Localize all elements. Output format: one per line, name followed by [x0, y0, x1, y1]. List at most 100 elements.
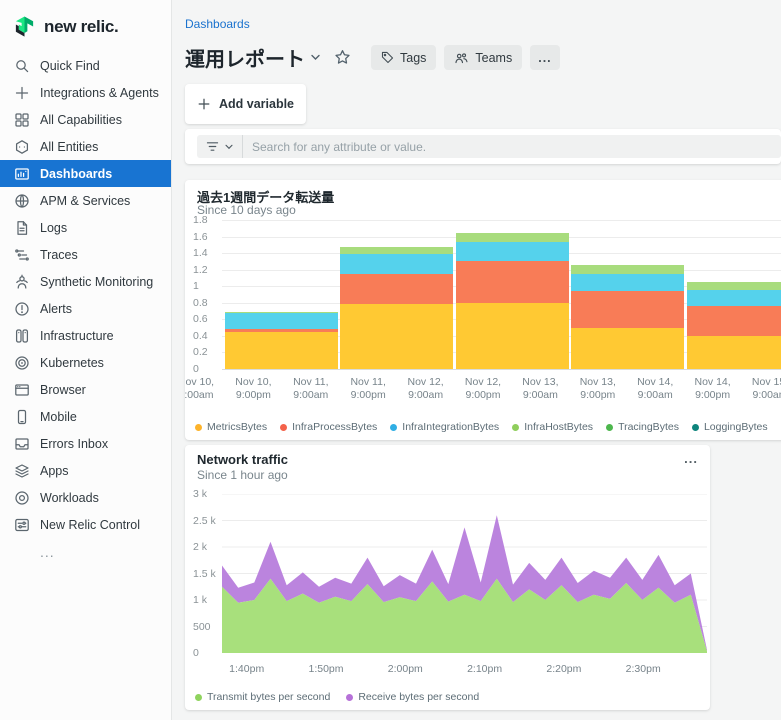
bar-segment-InfraHostBytes[interactable] — [687, 282, 781, 290]
sidebar-item-all-entities[interactable]: All Entities — [0, 133, 171, 160]
x-axis-label: Nov 15,9:00am — [740, 376, 781, 402]
sidebar-item-label: Workloads — [40, 491, 99, 505]
bar-segment-MetricsBytes[interactable] — [456, 303, 569, 369]
sidebar-item-label: Apps — [40, 464, 69, 478]
x-axis-label: Nov 11,9:00pm — [338, 376, 398, 402]
legend-item[interactable]: InfraIntegrationBytes — [390, 421, 499, 433]
sidebar-item-label: Integrations & Agents — [40, 86, 159, 100]
y-axis-label: 0.4 — [193, 330, 219, 342]
y-axis-label: 1.2 — [193, 264, 219, 276]
filter-icon — [206, 141, 219, 152]
bar-segment-InfraProcessBytes[interactable] — [456, 261, 569, 302]
workloads-icon — [14, 490, 30, 506]
bar-segment-InfraProcessBytes[interactable] — [225, 329, 338, 332]
bar-segment-InfraProcessBytes[interactable] — [571, 291, 684, 327]
sidebar-item-dashboards[interactable]: Dashboards — [0, 160, 171, 187]
sidebar-item-workloads[interactable]: Workloads — [0, 484, 171, 511]
bar-segment-InfraHostBytes[interactable] — [340, 247, 453, 254]
sidebar-item-label: Mobile — [40, 410, 77, 424]
search-icon — [14, 58, 30, 74]
sidebar-item-integrations-agents[interactable]: Integrations & Agents — [0, 79, 171, 106]
legend-item[interactable]: Transmit bytes per second — [195, 691, 330, 703]
sidebar-item-new-relic-control[interactable]: New Relic Control — [0, 511, 171, 538]
sidebar-item-more[interactable]: ... — [0, 538, 171, 565]
sidebar-item-all-capabilities[interactable]: All Capabilities — [0, 106, 171, 133]
sidebar-item-label: Quick Find — [40, 59, 100, 73]
breadcrumb[interactable]: Dashboards — [185, 17, 250, 31]
x-axis-label: 1:40pm — [217, 663, 277, 675]
chart-more-button[interactable]: ... — [684, 451, 698, 466]
bar-segment-InfraIntegrationBytes[interactable] — [340, 254, 453, 274]
filter-menu[interactable] — [197, 141, 242, 152]
bar-segment-MetricsBytes[interactable] — [340, 304, 453, 369]
sidebar-item-apm-services[interactable]: APM & Services — [0, 187, 171, 214]
tag-icon — [381, 51, 394, 64]
x-axis-label: 2:10pm — [455, 663, 515, 675]
legend-item[interactable]: InfraProcessBytes — [280, 421, 377, 433]
legend-dot — [195, 694, 202, 701]
search-bar: Search for any attribute or value. — [185, 129, 781, 164]
chevron-down-icon[interactable] — [311, 54, 320, 61]
sidebar-item-traces[interactable]: Traces — [0, 241, 171, 268]
sidebar-item-label: ... — [40, 544, 55, 560]
add-variable-button[interactable]: Add variable — [185, 84, 306, 124]
bar-segment-InfraHostBytes[interactable] — [456, 233, 569, 242]
x-axis-label: Nov 14,9:00pm — [683, 376, 743, 402]
browser-window-icon — [14, 382, 30, 398]
sidebar-item-apps[interactable]: Apps — [0, 457, 171, 484]
sidebar-item-label: Logs — [40, 221, 67, 235]
legend-item[interactable]: TracingBytes — [606, 421, 679, 433]
search-input[interactable]: Search for any attribute or value. — [197, 135, 781, 158]
brand-logo[interactable]: new relic. — [0, 0, 171, 40]
sidebar-item-kubernetes[interactable]: Kubernetes — [0, 349, 171, 376]
x-axis-label: Nov 13,9:00pm — [568, 376, 628, 402]
bar-segment-MetricsBytes[interactable] — [225, 332, 338, 369]
sidebar-item-label: Dashboards — [40, 167, 112, 181]
legend-item[interactable]: MetricsBytes — [195, 421, 267, 433]
bar-segment-InfraIntegrationBytes[interactable] — [225, 313, 338, 330]
sidebar-item-browser[interactable]: Browser — [0, 376, 171, 403]
x-axis-label: Nov 10,9:00am — [185, 376, 226, 402]
bar-segment-InfraIntegrationBytes[interactable] — [571, 274, 684, 291]
control-icon — [14, 517, 30, 533]
sidebar-item-infrastructure[interactable]: Infrastructure — [0, 322, 171, 349]
bar-segment-InfraHostBytes[interactable] — [225, 312, 338, 313]
bar-segment-InfraIntegrationBytes[interactable] — [456, 242, 569, 261]
bar-segment-MetricsBytes[interactable] — [687, 336, 781, 369]
bar-segment-MetricsBytes[interactable] — [571, 328, 684, 369]
network-chart-card: Network traffic Since 1 hour ago ... 3 k… — [185, 445, 710, 710]
sidebar-item-label: Synthetic Monitoring — [40, 275, 153, 289]
bar-segment-InfraIntegrationBytes[interactable] — [687, 290, 781, 306]
brand-wordmark: new relic. — [44, 17, 118, 37]
transfer-plot: 1.81.61.41.210.80.60.40.20 — [222, 220, 781, 369]
globe-icon — [14, 193, 30, 209]
ellipsis-icon — [14, 544, 30, 560]
legend-item[interactable]: LoggingBytes — [692, 421, 768, 433]
sidebar-item-logs[interactable]: Logs — [0, 214, 171, 241]
bar-segment-InfraProcessBytes[interactable] — [687, 306, 781, 336]
x-axis-label: Nov 12,9:00pm — [453, 376, 513, 402]
legend-item[interactable]: InfraHostBytes — [512, 421, 593, 433]
y-axis-label: 1.6 — [193, 231, 219, 243]
sidebar-item-mobile[interactable]: Mobile — [0, 403, 171, 430]
sidebar-item-alerts[interactable]: Alerts — [0, 295, 171, 322]
legend-dot — [606, 424, 613, 431]
legend-item[interactable]: Receive bytes per second — [346, 691, 479, 703]
mobile-phone-icon — [14, 409, 30, 425]
bar-segment-InfraHostBytes[interactable] — [571, 265, 684, 274]
bar-segment-InfraProcessBytes[interactable] — [340, 274, 453, 304]
new-relic-logo-icon — [13, 15, 36, 38]
x-axis-label: Nov 11,9:00am — [281, 376, 341, 402]
tags-button[interactable]: Tags — [371, 45, 436, 70]
teams-button[interactable]: Teams — [444, 45, 522, 70]
sidebar-item-synthetic-monitoring[interactable]: Synthetic Monitoring — [0, 268, 171, 295]
sidebar-item-quick-find[interactable]: Quick Find — [0, 52, 171, 79]
y-axis-label: 2 k — [193, 541, 220, 553]
traces-icon — [14, 247, 30, 263]
header-more-button[interactable]: ... — [530, 45, 559, 70]
transfer-chart-card: 過去1週間データ転送量 Since 10 days ago 1.81.61.41… — [185, 180, 781, 440]
sidebar-item-errors-inbox[interactable]: Errors Inbox — [0, 430, 171, 457]
x-axis-label: 2:00pm — [375, 663, 435, 675]
sidebar-item-label: New Relic Control — [40, 518, 140, 532]
favorite-star-icon[interactable] — [334, 49, 351, 66]
